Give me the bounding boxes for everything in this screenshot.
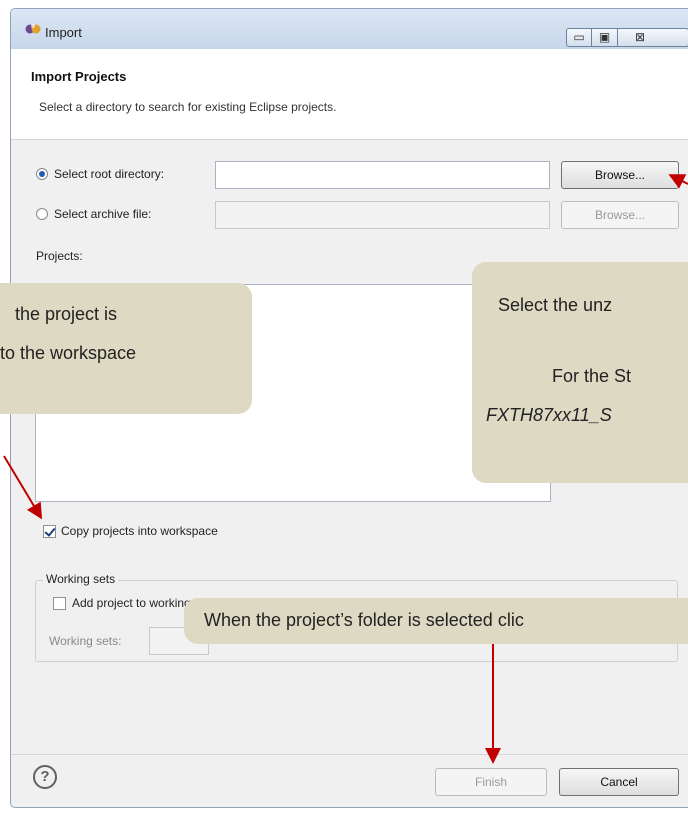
select-root-directory-label: Select root directory: [54,167,165,181]
finish-callout-text: When the project’s folder is selected cl… [204,610,524,630]
page-description: Select a directory to search for existin… [39,100,337,114]
root-directory-field[interactable] [215,161,550,189]
root-directory-input[interactable] [216,162,549,188]
page-title: Import Projects [31,69,127,84]
close-button[interactable]: ⊠ [618,28,688,47]
close-icon: ⊠ [635,30,646,44]
browse-archive-button[interactable]: Browse... [561,201,679,229]
cancel-button[interactable]: Cancel [559,768,679,796]
add-to-working-sets-checkbox[interactable] [53,597,66,610]
select-callout-line-2: For the St [552,366,632,386]
select-archive-file-radio[interactable] [36,208,48,220]
select-root-directory-radio[interactable] [36,168,48,180]
select-archive-file-label: Select archive file: [54,207,152,221]
copy-callout-line-1: the project is [15,304,118,324]
minimize-icon: ▭ [573,30,585,44]
copy-callout: the project is to the workspace [0,283,252,414]
maximize-button[interactable]: ▣ [592,28,618,47]
window-title: Import [45,25,82,40]
select-directory-callout: Select the unz For the St FXTH87xx11_S [472,262,688,483]
wizard-header: Import Projects Select a directory to se… [11,49,688,140]
browse-root-button[interactable]: Browse... [561,161,679,189]
copy-projects-checkbox[interactable] [43,525,56,538]
working-sets-legend: Working sets [43,572,119,586]
title-bar[interactable]: Import ▭ ▣ ⊠ [11,9,688,49]
select-callout-line-1: Select the unz [498,295,613,315]
copy-projects-label: Copy projects into workspace [61,524,218,538]
help-icon[interactable]: ? [33,765,57,789]
eclipse-import-icon [25,24,41,34]
archive-file-field[interactable] [215,201,550,229]
footer-separator [11,754,688,755]
projects-label: Projects: [36,249,83,263]
archive-file-input[interactable] [216,202,549,228]
maximize-icon: ▣ [598,30,611,44]
select-callout-line-3: FXTH87xx11_S [486,405,612,425]
minimize-button[interactable]: ▭ [566,28,592,47]
finish-callout: When the project’s folder is selected cl… [184,598,688,644]
copy-callout-line-2: to the workspace [0,343,137,363]
working-sets-label: Working sets: [49,634,122,648]
finish-button[interactable]: Finish [435,768,547,796]
